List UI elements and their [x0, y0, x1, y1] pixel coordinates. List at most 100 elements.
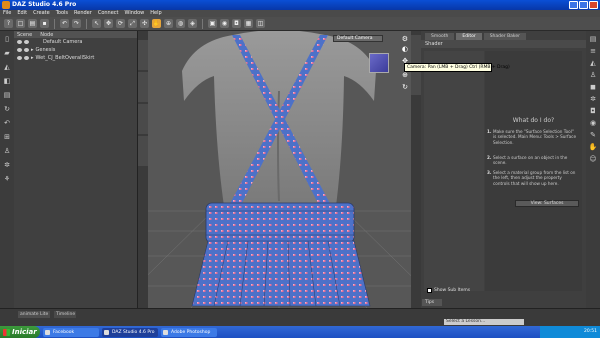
undo-icon[interactable]: ↶	[60, 19, 69, 28]
3d-viewport[interactable]: Default Camera ⚙ ◐ ✥ ⊕ ↻	[148, 31, 411, 314]
universal-tool-icon[interactable]: ✣	[140, 19, 149, 28]
render-settings-icon[interactable]: ▣	[208, 19, 217, 28]
rotate-tool-icon[interactable]: ⟳	[116, 19, 125, 28]
tab-shader-baker[interactable]: Shader Baker	[483, 33, 526, 40]
scene-item[interactable]: ▸ Genesis	[14, 46, 137, 54]
window-title-bar: DAZ Studio 4.6 Pro	[0, 0, 600, 10]
side-tab[interactable]	[411, 35, 421, 63]
open-icon[interactable]: ▤	[28, 19, 37, 28]
show-sub-items-checkbox[interactable]: Show Sub Items	[427, 288, 470, 293]
view-surfaces-button[interactable]: View: Surfaces	[515, 200, 579, 207]
menu-render[interactable]: Render	[74, 10, 92, 17]
light-icon[interactable]: ✲	[4, 161, 10, 169]
menu-edit[interactable]: Edit	[17, 10, 27, 17]
side-tab[interactable]	[138, 104, 148, 134]
checkbox[interactable]	[427, 288, 432, 293]
grid-side-icon[interactable]: ⊞	[4, 133, 10, 141]
lights-icon[interactable]: ✲	[590, 95, 596, 103]
folder-icon[interactable]: ▰	[4, 49, 9, 57]
tab-animate-lite[interactable]: animate Lite	[18, 311, 50, 318]
menu-connect[interactable]: Connect	[98, 10, 119, 17]
export-icon[interactable]: ◧	[4, 77, 11, 85]
menu-tools[interactable]: Tools	[56, 10, 68, 17]
menu-create[interactable]: Create	[33, 10, 50, 17]
brush-icon[interactable]: ✎	[590, 131, 596, 139]
save-icon[interactable]: ▪	[40, 19, 49, 28]
taskbar-item-daz[interactable]: DAZ Studio 4.6 Pro	[102, 327, 158, 337]
visibility-eye-icon[interactable]	[17, 48, 22, 52]
taskbar-item-photoshop[interactable]: Adobe Photoshop	[161, 327, 217, 337]
merge-icon[interactable]: ◭	[4, 63, 9, 71]
side-tab[interactable]	[138, 72, 148, 102]
surface-selection-icon[interactable]: ✋	[152, 19, 161, 28]
camera-icon[interactable]: ◘	[232, 19, 241, 28]
translate-tool-icon[interactable]: ✥	[104, 19, 113, 28]
render-icon[interactable]: ◉	[220, 19, 229, 28]
new-file-icon[interactable]: ▯	[5, 35, 9, 43]
rotate-view-icon[interactable]: ↻	[402, 83, 408, 91]
camera-select[interactable]: Default Camera	[333, 35, 383, 42]
expand-arrow-icon[interactable]: ▸	[31, 55, 34, 61]
viewport-options-icon[interactable]: ⚙	[402, 35, 408, 43]
hand-icon[interactable]: ✋	[589, 143, 598, 151]
content-library-icon[interactable]: ▤	[590, 35, 597, 43]
posing-icon[interactable]: ♙	[590, 71, 596, 79]
shaping-icon[interactable]: ◭	[590, 59, 595, 67]
tips-tab[interactable]: Tips	[422, 299, 442, 306]
node-weight-icon[interactable]: ◍	[176, 19, 185, 28]
scene-item[interactable]: ▸ Wet_CJ_BeltOverallSkirt	[14, 54, 137, 62]
firefox-icon	[45, 329, 50, 335]
zoom-icon[interactable]: ⊕	[402, 71, 408, 79]
redo-icon[interactable]: ↷	[72, 19, 81, 28]
selectable-icon[interactable]	[24, 56, 29, 60]
material-list[interactable]	[424, 51, 484, 291]
grid-icon[interactable]: ▦	[244, 19, 253, 28]
taskbar-item-facebook[interactable]: Facebook	[43, 327, 99, 337]
tab-node[interactable]: Node	[40, 32, 53, 38]
help-step-3: 3. Select a material group from the list…	[487, 170, 576, 186]
new-scene-icon[interactable]: □	[16, 19, 25, 28]
tab-editor[interactable]: Editor	[456, 33, 482, 40]
visibility-eye-icon[interactable]	[17, 56, 22, 60]
close-button[interactable]	[589, 1, 598, 9]
cameras-icon[interactable]: ◘	[590, 107, 596, 115]
figure-icon[interactable]: ♙	[4, 147, 10, 155]
figure-side-icon[interactable]: ☺	[589, 155, 596, 163]
scale-tool-icon[interactable]: ⤢	[128, 19, 137, 28]
lesson-select[interactable]: Select a Lesson...	[444, 319, 524, 325]
bone-icon[interactable]: ⚘	[4, 175, 10, 183]
layers-icon[interactable]: ▤	[4, 91, 11, 99]
undo-side-icon[interactable]: ↶	[4, 119, 10, 127]
tab-timeline[interactable]: Timeline	[54, 311, 76, 318]
orbit-icon[interactable]: ◐	[402, 45, 408, 53]
frame-icon[interactable]: ◫	[256, 19, 265, 28]
select-tool-icon[interactable]: ↖	[92, 19, 101, 28]
maximize-button[interactable]	[579, 1, 588, 9]
start-button[interactable]: Iniciar	[0, 326, 40, 338]
joint-editor-icon[interactable]: ⊕	[164, 19, 173, 28]
selectable-icon[interactable]	[24, 40, 29, 44]
view-cube[interactable]	[369, 53, 389, 73]
geometry-tool-icon[interactable]: ◈	[188, 19, 197, 28]
menu-file[interactable]: File	[3, 10, 11, 17]
side-tab[interactable]	[138, 136, 148, 166]
help-icon[interactable]: ?	[4, 19, 13, 28]
render-side-icon[interactable]: ◉	[590, 119, 596, 127]
surfaces-icon[interactable]: ◼	[590, 83, 596, 91]
skirt-pleats	[191, 240, 371, 307]
tab-smooth[interactable]: Smooth	[425, 33, 455, 40]
minimize-button[interactable]	[569, 1, 578, 9]
camera-tooltip: Camera: Pan (LMB + Drag) Ctrl (RMB + Dra…	[404, 63, 510, 72]
tab-scene[interactable]: Scene	[17, 32, 32, 38]
parameters-icon[interactable]: ≡	[590, 47, 596, 55]
refresh-icon[interactable]: ↻	[4, 105, 10, 113]
window-title: DAZ Studio 4.6 Pro	[12, 1, 77, 8]
scene-item[interactable]: Default Camera	[14, 38, 137, 46]
expand-arrow-icon[interactable]: ▸	[31, 47, 34, 53]
menu-help[interactable]: Help	[150, 10, 161, 17]
visibility-eye-icon[interactable]	[17, 40, 22, 44]
scene-panel: Scene Node Default Camera ▸ Genesis ▸ We…	[14, 31, 138, 314]
side-tab[interactable]	[138, 40, 148, 70]
selectable-icon[interactable]	[24, 48, 29, 52]
menu-window[interactable]: Window	[125, 10, 145, 17]
